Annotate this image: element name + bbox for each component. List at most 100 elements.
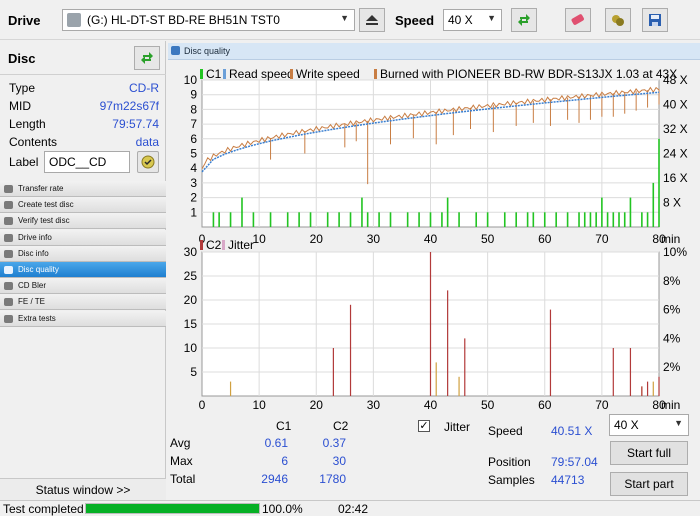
c1-bar bbox=[629, 197, 632, 227]
y-tick-label: 2 bbox=[190, 191, 197, 205]
c1-bar bbox=[269, 212, 272, 227]
save-button[interactable] bbox=[642, 8, 668, 32]
c2-bar bbox=[464, 338, 466, 396]
stat-c1-value: 0.61 bbox=[264, 436, 288, 450]
y2-tick-label: 6% bbox=[663, 303, 681, 317]
nav-item[interactable]: Transfer rate bbox=[0, 181, 166, 197]
chevron-down-icon: ▼ bbox=[340, 13, 349, 23]
drive-select[interactable]: (G:) HL-DT-ST BD-RE BH51N TST0 ▼ bbox=[62, 9, 355, 31]
legend-swatch bbox=[223, 69, 226, 79]
nav-item-icon bbox=[4, 314, 13, 323]
eject-icon bbox=[366, 15, 378, 25]
y-tick-label: 15 bbox=[184, 317, 198, 331]
disc-label-input[interactable]: ODC__CD bbox=[44, 151, 130, 173]
c1-bar bbox=[618, 212, 620, 227]
c1-bar bbox=[515, 212, 517, 227]
erase-button[interactable] bbox=[565, 8, 591, 32]
c1-bar bbox=[229, 212, 232, 227]
x-tick-label: 60 bbox=[538, 398, 552, 410]
chevron-down-icon: ▼ bbox=[674, 418, 683, 428]
position-label: Position bbox=[488, 455, 531, 469]
nav-item-label: Drive info bbox=[18, 232, 52, 242]
c1-bar bbox=[406, 212, 409, 227]
refresh-button[interactable] bbox=[511, 8, 537, 32]
toolbar: Drive (G:) HL-DT-ST BD-RE BH51N TST0 ▼ S… bbox=[0, 0, 700, 40]
nav-item-icon bbox=[4, 282, 13, 291]
y2-tick-label: 24 X bbox=[663, 147, 688, 161]
disc-field-value: 97m22s67f bbox=[99, 99, 159, 113]
nav-item[interactable]: Create test disc bbox=[0, 197, 166, 214]
c1-bar bbox=[338, 212, 340, 227]
c1-bar bbox=[361, 197, 363, 227]
nav-item[interactable]: Disc quality bbox=[0, 262, 166, 278]
refresh-icon bbox=[518, 14, 530, 26]
y-tick-label: 6 bbox=[190, 132, 197, 146]
y-tick-label: 4 bbox=[190, 161, 197, 175]
c2-bar bbox=[429, 252, 432, 396]
stat-c1-value: 6 bbox=[281, 454, 288, 468]
y2-tick-label: 10% bbox=[663, 245, 687, 259]
nav-item-label: Verify test disc bbox=[18, 216, 70, 226]
start-part-button[interactable]: Start part bbox=[610, 472, 688, 496]
y2-tick-label: 8 X bbox=[663, 196, 681, 210]
c1-bar bbox=[389, 212, 392, 227]
nav-item[interactable]: Verify test disc bbox=[0, 213, 166, 230]
c1-bar bbox=[623, 212, 626, 227]
nav-item-label: CD Bler bbox=[18, 281, 47, 291]
nav-item[interactable]: Drive info bbox=[0, 229, 166, 246]
drive-icon bbox=[67, 13, 81, 27]
speed-select[interactable]: 40 X ▼ bbox=[443, 9, 502, 31]
c1-bar bbox=[595, 212, 597, 227]
legend-label: Jitter bbox=[228, 240, 254, 252]
jitter-checkbox[interactable]: ✓ bbox=[418, 420, 430, 432]
stat-c2-value: 1780 bbox=[319, 472, 346, 486]
c1-bar bbox=[589, 212, 592, 227]
nav-item-icon bbox=[4, 298, 13, 307]
disc-header-title: Disc bbox=[8, 51, 36, 66]
c1-bar bbox=[612, 212, 615, 227]
nav-item[interactable]: Disc info bbox=[0, 245, 166, 262]
label-apply-button[interactable] bbox=[137, 151, 159, 173]
save-image-icon bbox=[612, 15, 624, 26]
x-tick-label: 70 bbox=[595, 398, 609, 410]
c1-bar bbox=[566, 212, 569, 227]
nav-item-icon bbox=[4, 201, 13, 210]
stat-c1-value: 2946 bbox=[261, 472, 288, 486]
speed-label: Speed bbox=[395, 13, 435, 28]
disc-field-key: Length bbox=[9, 117, 46, 131]
c2-bar bbox=[629, 348, 632, 396]
nav-item-icon bbox=[4, 249, 13, 258]
nav-item[interactable]: Extra tests bbox=[0, 310, 166, 327]
x-tick-label: 0 bbox=[199, 398, 206, 410]
nav-item[interactable]: FE / TE bbox=[0, 294, 166, 311]
c1-bar bbox=[298, 212, 300, 227]
c1-bar bbox=[349, 212, 352, 227]
c1-bar bbox=[212, 212, 215, 227]
save-image-button[interactable] bbox=[605, 8, 631, 32]
x-tick-label: 10 bbox=[252, 398, 266, 410]
legend-label: C2 bbox=[206, 240, 222, 252]
c2-jitter-chart: 510152025302%4%6%8%10%0 10 20 30 40 50 60 70 80m… bbox=[184, 240, 687, 410]
start-full-button[interactable]: Start full bbox=[610, 441, 688, 465]
jitter-bar bbox=[229, 381, 232, 396]
c1-bar bbox=[286, 212, 289, 227]
progress-fill bbox=[86, 504, 259, 513]
nav-item-icon bbox=[4, 185, 13, 193]
nav-item[interactable]: CD Bler bbox=[0, 278, 166, 295]
y2-tick-label: 40 X bbox=[663, 98, 688, 112]
stat-row-label: Max bbox=[170, 454, 193, 468]
eject-button[interactable] bbox=[359, 8, 385, 32]
c1-bar bbox=[458, 212, 460, 227]
status-window-button[interactable]: Status window >> bbox=[0, 478, 166, 500]
c2-bar bbox=[549, 309, 552, 396]
stat-c2-value: 0.37 bbox=[322, 436, 346, 450]
speed-stat-value: 40.51 X bbox=[551, 424, 593, 438]
test-speed-select[interactable]: 40 X ▼ bbox=[609, 414, 689, 436]
c1-bar bbox=[326, 212, 329, 227]
c2-bar bbox=[641, 386, 643, 396]
c1-bar bbox=[309, 212, 312, 227]
main-panel: Disc quality 1 2 3 4 5 6 7 8 9 10 8 X 16 X 24 X 32 X4… bbox=[168, 41, 700, 500]
c1-bar bbox=[555, 212, 557, 227]
c1-bar bbox=[475, 212, 477, 227]
disc-refresh-button[interactable] bbox=[134, 46, 160, 70]
